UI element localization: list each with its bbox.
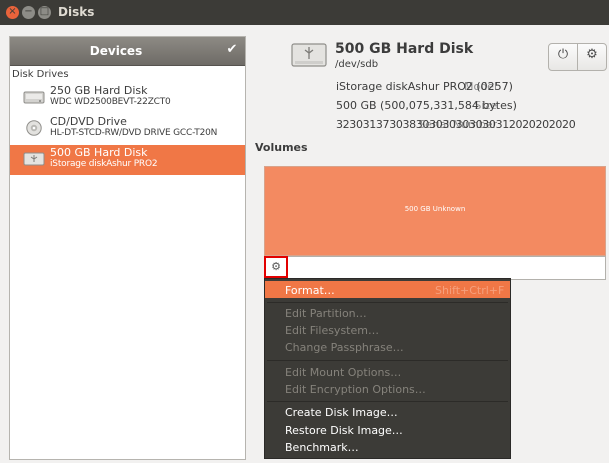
close-icon: ×: [8, 6, 17, 17]
sidebar-header: Devices ✔: [10, 37, 245, 66]
usb-disk-icon: [291, 43, 327, 67]
drive-detail: iStorage diskAshur PRO2: [50, 159, 158, 169]
drive-detail: WDC WD2500BEVT-22ZCT0: [50, 97, 171, 107]
maximize-button[interactable]: □: [38, 6, 51, 19]
menu-separator: [267, 401, 508, 402]
menu-item-edit-partition[interactable]: Edit Partition…: [285, 307, 367, 320]
close-button[interactable]: ×: [6, 6, 19, 19]
drive-name: CD/DVD Drive: [50, 115, 127, 128]
disk-title: 500 GB Hard Disk: [335, 41, 474, 57]
power-off-button[interactable]: ⏻: [548, 43, 578, 71]
drive-detail: HL-DT-STCD-RW/DVD DRIVE GCC-T20N: [50, 128, 218, 138]
devices-sidebar: Devices ✔ Disk Drives 250 GB Hard Disk W…: [9, 36, 246, 460]
window-title: Disks: [58, 5, 95, 19]
drive-item-cd-dvd[interactable]: CD/DVD Drive HL-DT-STCD-RW/DVD DRIVE GCC…: [10, 114, 245, 144]
hard-disk-icon: [23, 91, 45, 104]
menu-separator: [267, 302, 508, 303]
disk-device-path: /dev/sdb: [335, 59, 379, 70]
partition-label: 500 GB Unknown: [404, 205, 466, 213]
gear-icon: ⚙: [586, 47, 598, 62]
drive-options-button[interactable]: ⚙: [577, 43, 607, 71]
gears-icon: ⚙: [271, 260, 281, 273]
menu-item-format[interactable]: Format… Shift+Ctrl+F: [265, 281, 510, 298]
volume-options-button[interactable]: ⚙: [264, 256, 288, 278]
usb-disk-icon: [23, 152, 45, 166]
menu-item-restore-disk-image[interactable]: Restore Disk Image…: [285, 424, 403, 437]
menu-item-edit-encryption-options[interactable]: Edit Encryption Options…: [285, 383, 426, 396]
partition-options-menu: Format… Shift+Ctrl+F Edit Partition… Edi…: [264, 278, 511, 459]
property-value-model: iStorage diskAshur PRO2 (0257): [336, 80, 513, 93]
drive-item-250gb[interactable]: 250 GB Hard Disk WDC WD2500BEVT-22ZCT0: [10, 83, 245, 113]
drive-name: 250 GB Hard Disk: [50, 84, 148, 97]
menu-item-label: Format…: [285, 284, 335, 297]
title-bar: × − □ Disks: [0, 0, 609, 25]
minimize-button[interactable]: −: [22, 6, 35, 19]
menu-item-change-passphrase[interactable]: Change Passphrase…: [285, 341, 404, 354]
menu-item-accelerator: Shift+Ctrl+F: [435, 284, 505, 297]
menu-item-edit-filesystem[interactable]: Edit Filesystem…: [285, 324, 379, 337]
power-icon: ⏻: [557, 47, 569, 62]
menu-item-edit-mount-options[interactable]: Edit Mount Options…: [285, 366, 401, 379]
partition-block[interactable]: 500 GB Unknown: [264, 166, 606, 256]
menu-item-benchmark[interactable]: Benchmark…: [285, 441, 359, 454]
volume-toolbar: [264, 256, 606, 280]
minimize-icon: −: [24, 6, 33, 17]
menu-item-create-disk-image[interactable]: Create Disk Image…: [285, 406, 398, 419]
maximize-icon: □: [39, 6, 50, 17]
drive-name: 500 GB Hard Disk: [50, 146, 148, 159]
property-value-size: 500 GB (500,075,331,584 bytes): [336, 99, 517, 112]
optical-drive-icon: [26, 120, 42, 136]
volumes-heading: Volumes: [255, 141, 308, 154]
group-label-disk-drives: Disk Drives: [12, 69, 69, 80]
drive-item-500gb[interactable]: 500 GB Hard Disk iStorage diskAshur PRO2: [10, 145, 245, 175]
property-value-serial: 323031373038303030303030312020202020: [336, 118, 576, 131]
check-icon[interactable]: ✔: [222, 40, 242, 60]
menu-separator: [267, 360, 508, 361]
sidebar-title: Devices: [89, 44, 143, 58]
